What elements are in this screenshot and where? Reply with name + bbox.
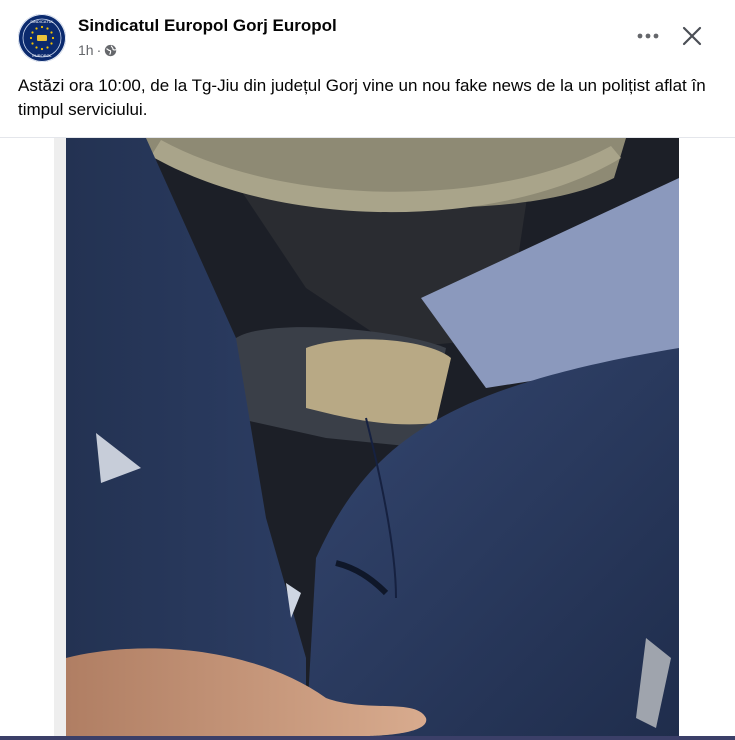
bottom-bar [0,736,735,740]
post-time[interactable]: 1h [78,42,94,58]
close-button[interactable] [676,20,708,52]
post-meta: 1h · [78,42,117,58]
post-text: Astăzi ora 10:00, de la Tg-Jiu din județ… [18,76,706,119]
avatar-top-text: SINDICATUL [30,19,54,24]
post-photo-frame[interactable] [0,138,735,736]
post-photo[interactable] [66,138,679,736]
more-options-button[interactable] [632,22,664,50]
close-icon [682,26,702,46]
meta-separator: · [96,42,102,58]
photo-left-strip [54,138,66,736]
more-horizontal-icon [637,33,659,39]
post-header: SINDICATUL EUROPOL Sindicatul Europol Go… [0,0,735,70]
photo-image [66,138,679,736]
europol-logo-icon: SINDICATUL EUROPOL [19,15,65,61]
avatar-bottom-text: EUROPOL [32,53,52,58]
globe-icon[interactable] [104,44,117,57]
page-name-link[interactable]: Sindicatul Europol Gorj Europol [78,16,337,36]
avatar[interactable]: SINDICATUL EUROPOL [18,14,66,62]
